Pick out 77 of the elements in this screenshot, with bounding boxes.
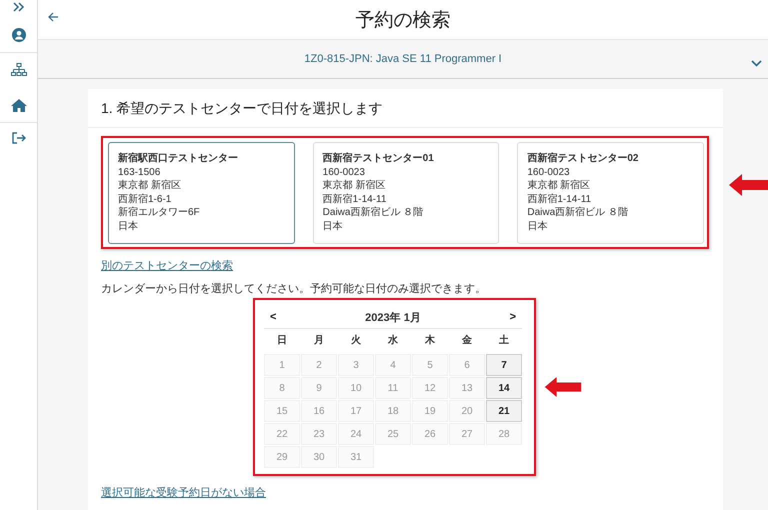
center-name: 西新宿テストセンター02 <box>527 152 640 166</box>
previous-month-button[interactable]: < <box>270 311 276 323</box>
calendar-day[interactable]: 22 <box>264 423 300 445</box>
address-line: 西新宿1-14-11 <box>322 192 388 206</box>
calendar-day[interactable]: 11 <box>375 377 411 399</box>
calendar-day[interactable]: 9 <box>301 377 337 399</box>
weekday-label: 金 <box>461 334 473 348</box>
calendar-day[interactable]: 20 <box>449 400 485 422</box>
address-line: 日本 <box>527 220 548 233</box>
address-line: 東京都 新宿区 <box>118 179 182 192</box>
weekday-label: 日 <box>276 334 288 348</box>
exam-dropdown[interactable]: 1Z0-815-JPN: Java SE 11 Programmer I <box>38 40 768 79</box>
calendar-day[interactable]: 31 <box>338 446 374 468</box>
calendar-day[interactable]: 29 <box>264 446 300 468</box>
center-name: 西新宿テストセンター01 <box>322 152 435 166</box>
back-arrow-icon[interactable] <box>48 12 59 22</box>
calendar-day[interactable]: 2 <box>301 354 337 376</box>
search-other-center-link[interactable]: 別のテストセンターの検索 <box>101 258 233 273</box>
user-icon[interactable] <box>12 28 26 42</box>
calendar-day[interactable]: 1 <box>264 354 300 376</box>
weekday-label: 木 <box>424 334 436 348</box>
address-line: 日本 <box>118 220 139 233</box>
calendar-day[interactable]: 4 <box>375 354 411 376</box>
calendar-day[interactable]: 8 <box>264 377 300 399</box>
sitemap-icon[interactable] <box>10 63 26 77</box>
test-center-card[interactable]: 新宿駅西口テストセンター 163-1506 東京都 新宿区 西新宿1-6-1 新宿エルタワー6F 日本 <box>108 142 295 244</box>
weekday-label: 月 <box>313 334 325 348</box>
calendar-day[interactable]: 21 <box>486 400 522 422</box>
calendar-day[interactable]: 12 <box>412 377 448 399</box>
next-month-button[interactable]: > <box>510 311 516 323</box>
weekday-label: 火 <box>350 334 362 348</box>
calendar-day[interactable]: 24 <box>338 423 374 445</box>
address-line: 東京都 新宿区 <box>527 179 592 192</box>
calendar-day[interactable]: 14 <box>486 377 522 399</box>
logout-icon[interactable] <box>12 132 26 144</box>
address-line: Daiwa西新宿ビル ８階 <box>527 206 629 220</box>
calendar-day[interactable]: 10 <box>338 377 374 399</box>
calendar-day[interactable]: 17 <box>338 400 374 422</box>
annotation-arrow-icon <box>729 174 768 196</box>
address-line: 日本 <box>322 220 344 233</box>
test-center-card[interactable]: 西新宿テストセンター02 160-0023 東京都 新宿区 西新宿1-14-11 Daiwa西新宿ビル ８階 日本 <box>517 142 704 244</box>
calendar-day[interactable]: 28 <box>486 423 522 445</box>
calendar-day[interactable]: 16 <box>301 400 337 422</box>
chevron-down-icon <box>751 60 762 67</box>
weekday-label: 土 <box>498 334 510 348</box>
address-line: Daiwa西新宿ビル ８階 <box>322 206 424 220</box>
address-line: 新宿エルタワー6F <box>118 206 201 220</box>
calendar-day[interactable]: 30 <box>301 446 337 468</box>
month-label: 2023年 1月 <box>365 310 421 324</box>
address-line: 163-1506 <box>118 166 162 179</box>
annotation-arrow-icon <box>544 377 582 397</box>
step-heading: 1. 希望のテストセンターで日付を選択します <box>88 89 723 128</box>
expand-icon[interactable] <box>12 2 24 12</box>
calendar-day[interactable]: 23 <box>301 423 337 445</box>
address-line: 西新宿1-14-11 <box>527 192 592 206</box>
address-line: 160-0023 <box>527 166 571 179</box>
address-line: 160-0023 <box>322 166 366 179</box>
calendar-day[interactable]: 3 <box>338 354 374 376</box>
calendar-day[interactable]: 15 <box>264 400 300 422</box>
calendar-day[interactable]: 27 <box>449 423 485 445</box>
home-icon[interactable] <box>10 99 26 112</box>
calendar-day[interactable]: 5 <box>412 354 448 376</box>
no-available-dates-link[interactable]: 選択可能な受験予約日がない場合 <box>101 485 266 500</box>
calendar-day[interactable]: 7 <box>486 354 522 376</box>
calendar-day[interactable]: 25 <box>375 423 411 445</box>
calendar-day[interactable]: 26 <box>412 423 448 445</box>
calendar-day[interactable]: 18 <box>375 400 411 422</box>
weekday-label: 水 <box>386 334 399 348</box>
calendar-day[interactable]: 6 <box>449 354 485 376</box>
calendar-day[interactable]: 19 <box>412 400 448 422</box>
page-title: 予約の検索 <box>356 8 450 32</box>
test-center-card[interactable]: 西新宿テストセンター01 160-0023 東京都 新宿区 西新宿1-14-11 Daiwa西新宿ビル ８階 日本 <box>312 142 500 244</box>
address-line: 西新宿1-6-1 <box>118 192 172 206</box>
center-name: 新宿駅西口テストセンター <box>118 152 239 166</box>
calendar-day[interactable]: 13 <box>449 377 485 399</box>
instruction-text: カレンダーから日付を選択してください。予約可能な日付のみ選択できます。 <box>101 282 487 296</box>
address-line: 東京都 新宿区 <box>322 179 386 192</box>
